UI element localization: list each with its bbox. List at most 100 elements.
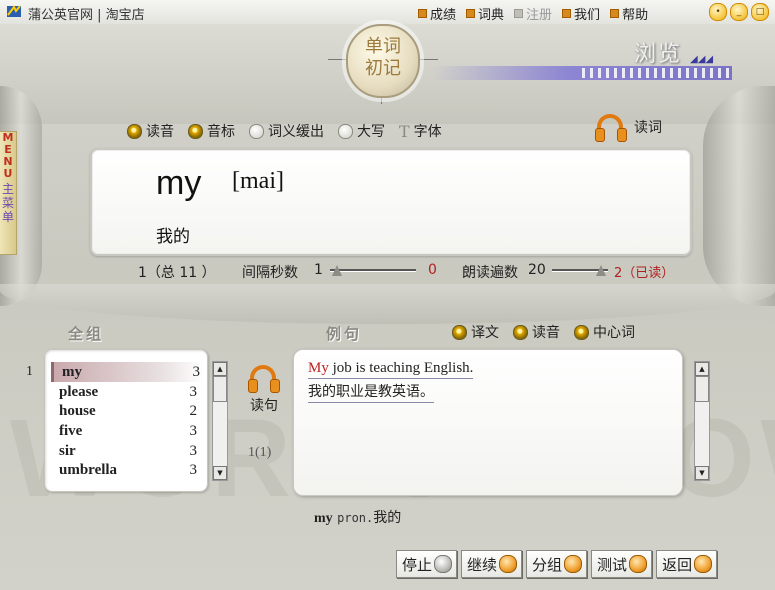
dict-pos: pron.: [337, 511, 374, 525]
read-sentence-label: 读句: [250, 398, 278, 414]
stop-icon: [434, 555, 453, 573]
window-controls: • _ □: [709, 3, 769, 21]
font-label: 字体: [413, 124, 442, 140]
menu-register[interactable]: 注册: [514, 4, 552, 23]
read-word-label: 读词: [634, 120, 662, 136]
back-button[interactable]: 返回: [656, 550, 718, 578]
scroll-up-icon[interactable]: ▲: [695, 362, 709, 376]
radio-icon: [452, 324, 467, 340]
option-label: 词义缓出: [268, 124, 324, 140]
scroll-thumb[interactable]: [213, 376, 227, 402]
minimize-button[interactable]: _: [730, 3, 748, 21]
list-count: 3: [189, 384, 198, 400]
example-chinese: 我的职业是教英语。: [308, 381, 434, 403]
option-uppercase[interactable]: 大写: [338, 121, 385, 141]
interval-slider[interactable]: [330, 265, 416, 276]
list-item[interactable]: house 2: [51, 401, 201, 421]
word-list-scrollbar[interactable]: ▲ ▼: [212, 361, 228, 481]
radio-icon: [513, 324, 528, 340]
repeat-slider[interactable]: [552, 265, 608, 276]
list-word: umbrella: [59, 462, 118, 478]
font-icon: T: [399, 121, 410, 141]
logo-line-2: 初记: [365, 58, 401, 79]
radio-icon: [574, 324, 589, 340]
headphones-icon: [594, 114, 628, 142]
maximize-button[interactable]: □: [751, 3, 769, 21]
menu-about-us[interactable]: 我们: [562, 4, 600, 23]
button-label: 分组: [532, 555, 563, 574]
option-label: 读音: [532, 325, 560, 341]
side-menu-en: MENU: [2, 131, 14, 180]
test-button[interactable]: 测试: [591, 550, 653, 578]
settings-icon[interactable]: •: [709, 3, 727, 21]
example-english: My job is teaching English.: [308, 360, 474, 379]
bullet-icon: [418, 9, 427, 18]
menu-scores[interactable]: 成绩: [418, 4, 456, 23]
slider-thumb[interactable]: [596, 265, 606, 276]
font-button[interactable]: T 字体: [399, 121, 442, 141]
option-label: 译文: [471, 325, 499, 341]
example-section-title: 例句: [326, 325, 363, 343]
stop-button[interactable]: 停止: [396, 550, 458, 578]
option-keyword[interactable]: 中心词: [574, 322, 635, 342]
scroll-down-icon[interactable]: ▼: [695, 466, 709, 480]
bullet-icon: [514, 9, 524, 18]
option-translation[interactable]: 译文: [452, 322, 499, 342]
option-delayed-meaning[interactable]: 词义缓出: [249, 121, 324, 141]
example-scrollbar[interactable]: ▲ ▼: [694, 361, 710, 481]
menu-label: 我们: [574, 8, 601, 23]
current-meaning: 我的: [156, 227, 190, 247]
list-item[interactable]: umbrella 3: [51, 460, 201, 480]
headphones-icon: [247, 365, 281, 393]
sentence-count: 1(1): [248, 445, 272, 460]
menu-label: 成绩: [430, 8, 457, 23]
logo-line-1: 单词: [365, 36, 401, 57]
list-word: sir: [59, 443, 76, 459]
continue-icon: [499, 555, 518, 573]
interval-value: 1: [314, 262, 323, 278]
radio-icon: [188, 123, 203, 139]
title-bar: 蒲公英官网 | 淘宝店 成绩 词典 注册 我们 帮助 • _ □: [0, 0, 775, 25]
list-word: my: [62, 364, 82, 380]
example-panel: My job is teaching English. 我的职业是教英语。: [293, 349, 683, 496]
mode-label: 浏览: [634, 42, 683, 67]
action-buttons: 停止 继续 分组 测试 返回: [396, 550, 718, 578]
option-pronunciation[interactable]: 读音: [127, 121, 174, 141]
option-label: 中心词: [593, 325, 635, 341]
top-menu: 成绩 词典 注册 我们 帮助: [418, 4, 648, 23]
continue-button[interactable]: 继续: [461, 550, 523, 578]
option-example-audio[interactable]: 读音: [513, 322, 560, 342]
option-phonetic[interactable]: 音标: [188, 121, 235, 141]
list-item[interactable]: please 3: [51, 382, 201, 402]
list-item[interactable]: five 3: [51, 421, 201, 441]
list-count: 3: [189, 423, 198, 439]
interval-count: 0: [428, 262, 437, 278]
side-main-menu-tab[interactable]: MENU 主菜单: [0, 131, 17, 255]
scroll-down-icon[interactable]: ▼: [213, 466, 227, 480]
group-button[interactable]: 分组: [526, 550, 588, 578]
menu-dictionary[interactable]: 词典: [466, 4, 504, 23]
button-label: 测试: [597, 555, 628, 574]
window-title[interactable]: 蒲公英官网 | 淘宝店: [28, 4, 145, 23]
side-menu-cn: 主菜单: [1, 182, 14, 224]
read-sentence-button[interactable]: 读句: [244, 365, 284, 415]
scroll-up-icon[interactable]: ▲: [213, 362, 227, 376]
list-item[interactable]: sir 3: [51, 441, 201, 461]
current-phonetic: [mai]: [232, 168, 284, 194]
list-item[interactable]: my 3: [51, 362, 204, 382]
list-count: 3: [189, 462, 198, 478]
menu-help[interactable]: 帮助: [610, 4, 648, 23]
list-word: house: [59, 403, 96, 419]
app-logo: 单词 初记: [346, 24, 420, 98]
mode-arrows-icon: ◢◢◢: [690, 54, 714, 65]
bullet-icon: [466, 9, 476, 18]
slider-thumb[interactable]: [332, 265, 342, 276]
read-word-button[interactable]: 读词: [594, 114, 662, 142]
radio-icon: [127, 123, 142, 139]
radio-icon: [338, 123, 353, 139]
option-label: 大写: [357, 124, 385, 140]
scroll-thumb[interactable]: [695, 376, 709, 402]
current-word: my: [156, 164, 202, 202]
right-chrome-decoration: [703, 86, 775, 306]
example-options: 译文 读音 中心词: [452, 322, 649, 342]
